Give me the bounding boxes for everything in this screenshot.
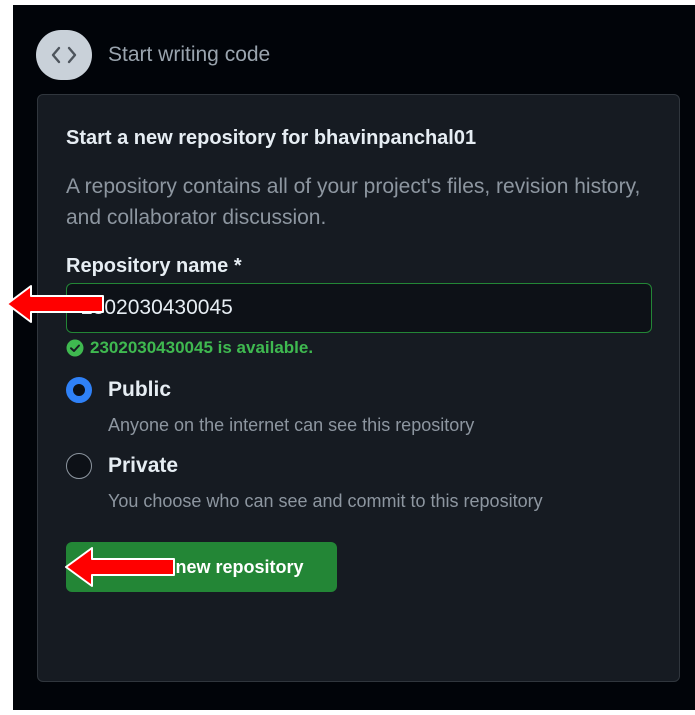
visibility-private-option[interactable]: Private bbox=[66, 453, 178, 479]
public-label: Public bbox=[108, 378, 172, 401]
step-header: Start writing code bbox=[36, 30, 270, 80]
public-radio[interactable] bbox=[66, 377, 92, 403]
private-label: Private bbox=[108, 454, 179, 477]
annotation-arrow-left-icon bbox=[65, 547, 175, 587]
repository-name-label: Repository name * bbox=[66, 255, 242, 277]
public-description: Anyone on the internet can see this repo… bbox=[108, 415, 475, 435]
private-description: You choose who can see and commit to thi… bbox=[108, 491, 543, 511]
annotation-arrow-left-icon bbox=[6, 285, 104, 323]
availability-text: 2302030430045 is available. bbox=[90, 338, 314, 357]
private-radio[interactable] bbox=[66, 453, 92, 479]
code-icon bbox=[36, 30, 92, 80]
dashboard-panel: Start writing code Start a new repositor… bbox=[13, 5, 695, 710]
new-repository-card: Start a new repository for bhavinpanchal… bbox=[37, 94, 680, 682]
step-title: Start writing code bbox=[108, 43, 271, 66]
card-title: Start a new repository for bhavinpanchal… bbox=[66, 127, 477, 149]
visibility-public-option[interactable]: Public bbox=[66, 377, 171, 403]
card-description: A repository contains all of your projec… bbox=[66, 175, 641, 229]
check-circle-icon bbox=[66, 339, 84, 357]
availability-message: 2302030430045 is available. bbox=[66, 338, 313, 358]
repository-name-input[interactable] bbox=[66, 283, 652, 333]
